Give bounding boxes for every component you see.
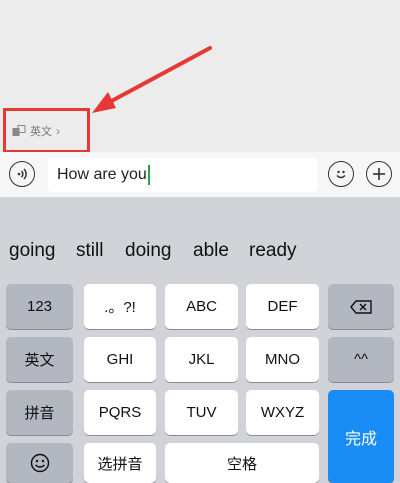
translate-icon — [12, 124, 26, 136]
key-pinyin[interactable]: 拼音 — [6, 390, 73, 435]
keyboard: going still doing able ready 123 .。?! AB… — [0, 197, 400, 483]
key-wxyz[interactable]: WXYZ — [246, 390, 319, 435]
emoji-icon[interactable] — [328, 161, 354, 187]
key-punctuation[interactable]: .。?! — [84, 284, 156, 329]
key-select-pinyin[interactable]: 选拼音 — [84, 443, 156, 483]
text-caret — [147, 165, 150, 185]
message-text-field[interactable]: How are you — [48, 158, 318, 192]
key-tuv[interactable]: TUV — [165, 390, 238, 435]
key-abc[interactable]: ABC — [165, 284, 238, 329]
suggestion-bar: going still doing able ready — [0, 233, 400, 269]
key-done[interactable]: 完成 — [328, 390, 394, 483]
backspace-icon — [350, 299, 372, 314]
message-text: How are you — [57, 166, 147, 183]
emoji-icon — [30, 453, 49, 473]
voice-icon[interactable] — [9, 161, 35, 187]
translate-language-button[interactable]: 英文 › — [3, 108, 90, 153]
suggestion-still[interactable]: still — [76, 240, 103, 262]
suggestion-doing[interactable]: doing — [125, 240, 172, 262]
key-123[interactable]: 123 — [6, 284, 73, 329]
key-emoji[interactable] — [6, 443, 73, 483]
chevron-right-icon: › — [56, 123, 60, 138]
suggestion-able[interactable]: able — [193, 240, 229, 262]
key-english[interactable]: 英文 — [6, 337, 73, 382]
translate-language-label: 英文 — [30, 125, 52, 138]
key-def[interactable]: DEF — [246, 284, 319, 329]
key-space[interactable]: 空格 — [165, 443, 319, 483]
key-backspace[interactable] — [328, 284, 394, 329]
plus-icon[interactable] — [366, 161, 392, 187]
message-input-bar: How are you — [0, 152, 400, 197]
key-jkl[interactable]: JKL — [165, 337, 238, 382]
key-mno[interactable]: MNO — [246, 337, 319, 382]
key-ghi[interactable]: GHI — [84, 337, 156, 382]
suggestion-ready[interactable]: ready — [249, 240, 297, 262]
key-emoticon[interactable]: ^^ — [328, 337, 394, 382]
key-pqrs[interactable]: PQRS — [84, 390, 156, 435]
suggestion-going[interactable]: going — [9, 240, 56, 262]
